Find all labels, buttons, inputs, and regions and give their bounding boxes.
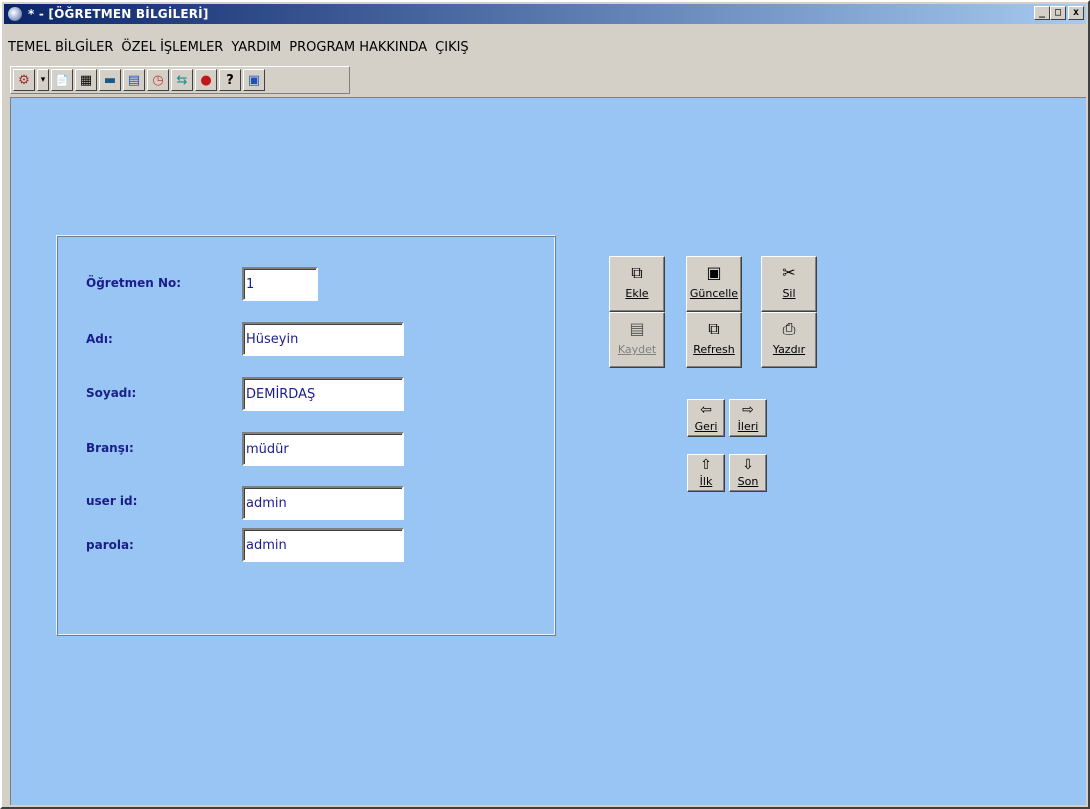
delete-button[interactable]: ✂ Sil xyxy=(761,256,817,312)
calendar-icon[interactable]: ▤ xyxy=(123,69,145,91)
last-label: Son xyxy=(737,475,759,488)
print-button[interactable]: ⎙ Yazdır xyxy=(761,312,817,368)
keyboard-icon[interactable]: ▬ xyxy=(99,69,121,91)
minimize-button[interactable]: _ xyxy=(1034,6,1050,20)
next-button[interactable]: ⇨ İleri xyxy=(729,399,767,437)
maximize-button[interactable]: □ xyxy=(1050,6,1066,20)
refresh-button[interactable]: ⧉ Refresh xyxy=(686,312,742,368)
add-record-icon: ⧉ xyxy=(631,263,643,282)
menu-program-hakkinda[interactable]: PROGRAM HAKKINDA xyxy=(285,40,431,55)
delete-label: Sil xyxy=(782,287,796,300)
arrow-left-icon: ⇦ xyxy=(700,402,712,418)
user-id-field[interactable]: admin xyxy=(242,486,404,520)
scissors-icon: ✂ xyxy=(782,263,796,282)
password-label: parola: xyxy=(86,538,134,552)
clock-icon[interactable]: ◷ xyxy=(147,69,169,91)
mdi-client-area: Öğretmen No: 1 Adı: Hüseyin Soyadı: DEMİ… xyxy=(10,97,1086,805)
update-record-icon: ▣ xyxy=(706,263,722,282)
menu-temel-bilgiler[interactable]: TEMEL BİLGİLER xyxy=(4,40,117,55)
update-button[interactable]: ▣ Güncelle xyxy=(686,256,742,312)
user-id-label: user id: xyxy=(86,494,138,508)
branch-label: Branşı: xyxy=(86,441,134,455)
first-button[interactable]: ⇧ İlk xyxy=(687,454,725,492)
refresh-icon: ⧉ xyxy=(708,319,720,338)
refresh-label: Refresh xyxy=(693,343,735,356)
arrow-down-icon: ⇩ xyxy=(742,457,754,473)
floppy-disk-icon: ▤ xyxy=(629,319,645,338)
save-button[interactable]: ▤ Kaydet xyxy=(609,312,665,368)
copy-icon[interactable]: 📄 xyxy=(51,69,73,91)
save-label: Kaydet xyxy=(617,343,657,356)
teacher-no-field[interactable]: 1 xyxy=(242,267,318,301)
menu-cikis[interactable]: ÇIKIŞ xyxy=(431,40,473,55)
exchange-icon[interactable]: ⇆ xyxy=(171,69,193,91)
dropdown-arrow-icon[interactable]: ▾ xyxy=(37,69,49,91)
window-icon[interactable]: ▣ xyxy=(243,69,265,91)
window-title: * - [ÖĞRETMEN BİLGİLERİ] xyxy=(28,7,209,21)
surname-label: Soyadı: xyxy=(86,386,137,400)
prev-label: Geri xyxy=(694,420,718,433)
menu-ozel-islemler[interactable]: ÖZEL İŞLEMLER xyxy=(117,40,227,55)
window-controls: _ □ x xyxy=(1034,6,1084,20)
book-icon[interactable]: ● xyxy=(195,69,217,91)
arrow-right-icon: ⇨ xyxy=(742,402,754,418)
grid-icon[interactable]: ▦ xyxy=(75,69,97,91)
app-window: * - [ÖĞRETMEN BİLGİLERİ] _ □ x TEMEL BİL… xyxy=(0,0,1090,809)
printer-icon: ⎙ xyxy=(782,319,796,338)
prev-button[interactable]: ⇦ Geri xyxy=(687,399,725,437)
arrow-up-icon: ⇧ xyxy=(700,457,712,473)
name-label: Adı: xyxy=(86,332,113,346)
surname-field[interactable]: DEMİRDAŞ xyxy=(242,377,404,411)
title-bar[interactable]: * - [ÖĞRETMEN BİLGİLERİ] _ □ x xyxy=(4,4,1086,24)
branch-field[interactable]: müdür xyxy=(242,432,404,466)
teacher-form-panel: Öğretmen No: 1 Adı: Hüseyin Soyadı: DEMİ… xyxy=(56,235,556,636)
teacher-no-label: Öğretmen No: xyxy=(86,276,182,290)
name-field[interactable]: Hüseyin xyxy=(242,322,404,356)
toolbar: ⚙ ▾ 📄 ▦ ▬ ▤ ◷ ⇆ ● ? ▣ xyxy=(10,66,350,94)
menu-yardim[interactable]: YARDIM xyxy=(227,40,285,55)
tools-icon[interactable]: ⚙ xyxy=(13,69,35,91)
add-label: Ekle xyxy=(625,287,649,300)
next-label: İleri xyxy=(737,420,759,433)
add-button[interactable]: ⧉ Ekle xyxy=(609,256,665,312)
password-field[interactable]: admin xyxy=(242,528,404,562)
first-label: İlk xyxy=(699,475,713,488)
close-button[interactable]: x xyxy=(1068,6,1084,20)
menu-bar: TEMEL BİLGİLER ÖZEL İŞLEMLER YARDIM PROG… xyxy=(4,36,1086,58)
print-label: Yazdır xyxy=(772,343,806,356)
last-button[interactable]: ⇩ Son xyxy=(729,454,767,492)
help-icon[interactable]: ? xyxy=(219,69,241,91)
update-label: Güncelle xyxy=(689,287,739,300)
app-icon[interactable] xyxy=(8,7,22,21)
